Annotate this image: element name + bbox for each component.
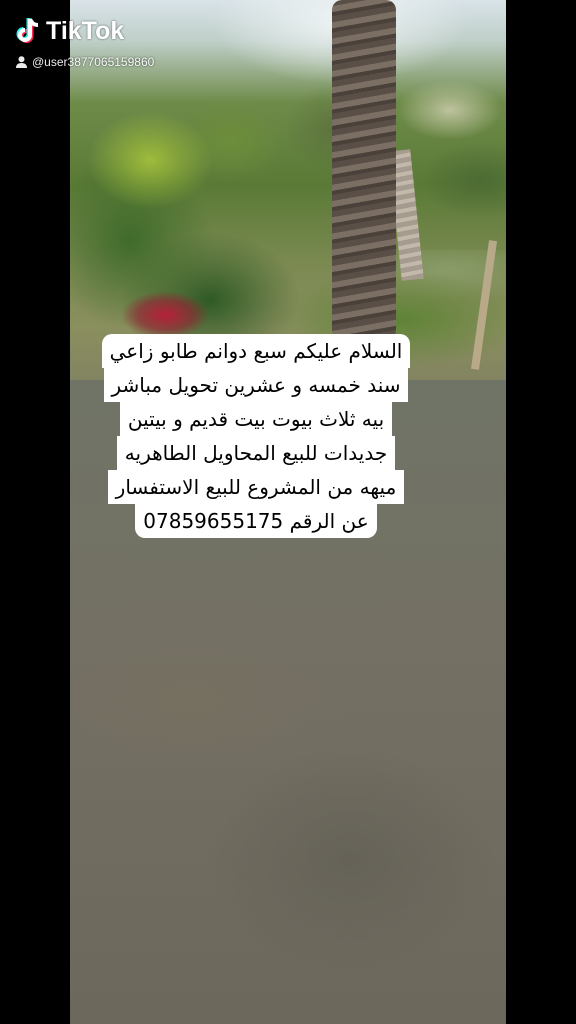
caption-line: عن الرقم 07859655175 bbox=[135, 504, 377, 538]
palm-trunk bbox=[332, 0, 396, 340]
caption-line: جديدات للبيع المحاويل الطاهريه bbox=[116, 436, 396, 470]
username-text: @user3877065159860 bbox=[32, 55, 155, 69]
tiktok-note-icon bbox=[16, 18, 39, 43]
tiktok-watermark: TikTok bbox=[14, 16, 124, 46]
tiktok-brand-text: TikTok bbox=[46, 16, 125, 45]
caption-overlay: السلام عليكم سبع دوانم طابو زاعي سند خمس… bbox=[80, 334, 432, 538]
caption-line: ميهه من المشروع للبيع الاستفسار bbox=[107, 470, 405, 504]
caption-line: بيه ثلاث بيوت بيت قديم و بيتين bbox=[119, 402, 393, 436]
tiktok-username: @user3877065159860 bbox=[16, 55, 154, 69]
person-icon bbox=[16, 56, 27, 68]
caption-line: سند خمسه و عشرين تحويل مباشر bbox=[103, 368, 409, 402]
caption-line: السلام عليكم سبع دوانم طابو زاعي bbox=[101, 334, 411, 368]
